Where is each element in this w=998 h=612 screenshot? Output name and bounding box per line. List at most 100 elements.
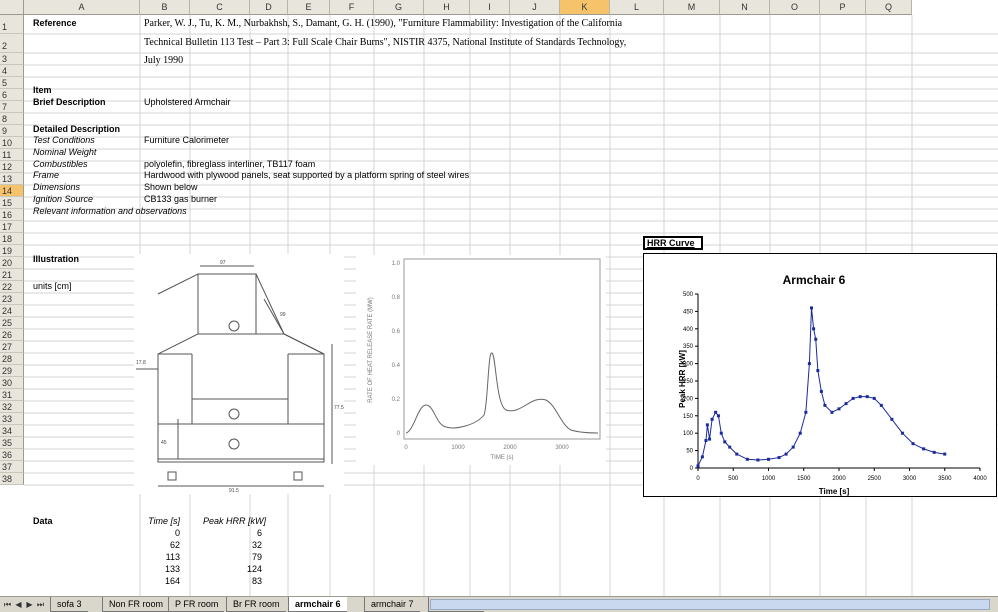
cell-test-conditions-value[interactable]: Furniture Calorimeter [144,135,229,146]
row-header-14[interactable]: 14 [0,185,24,197]
row-header-37[interactable]: 37 [0,461,24,473]
cell-hrr-value[interactable]: 32 [186,540,262,551]
cell-combustibles-value[interactable]: polyolefin, fibreglass interliner, TB117… [144,159,315,170]
cell-nominal-weight-label[interactable]: Nominal Weight [33,147,96,158]
row-header-2[interactable]: 2 [0,34,24,53]
sheet-tab[interactable]: P FR room [168,597,225,612]
column-header-n[interactable]: N [720,0,770,15]
row-header-36[interactable]: 36 [0,449,24,461]
cell-item-label[interactable]: Item [33,85,52,96]
first-sheet-icon[interactable]: ⏮ [3,599,12,610]
row-header-28[interactable]: 28 [0,353,24,365]
cell-detailed-label[interactable]: Detailed Description [33,124,120,135]
cell-time-value[interactable]: 0 [140,528,180,539]
sheet-tab[interactable]: Non FR room [102,597,170,612]
cell-combustibles-label[interactable]: Combustibles [33,159,88,170]
column-header-h[interactable]: H [424,0,470,15]
row-header-16[interactable]: 16 [0,209,24,221]
column-header-c[interactable]: C [190,0,250,15]
cell-hrr-value[interactable]: 83 [186,576,262,587]
row-header-30[interactable]: 30 [0,377,24,389]
row-header-12[interactable]: 12 [0,161,24,173]
armchair-6-chart[interactable]: Armchair 6 Peak HRR [kW] Time [s] 050100… [643,253,997,497]
cell-time-value[interactable]: 164 [140,576,180,587]
row-header-18[interactable]: 18 [0,233,24,245]
cell-ignition-label[interactable]: Ignition Source [33,194,93,205]
cell-brief-label[interactable]: Brief Description [33,97,106,108]
row-header-8[interactable]: 8 [0,113,24,125]
cell-reference-label[interactable]: Reference [33,18,77,29]
row-header-19[interactable]: 19 [0,245,24,257]
hrr-curve-link[interactable]: HRR Curve [643,236,703,250]
column-header-o[interactable]: O [770,0,820,15]
row-header-23[interactable]: 23 [0,293,24,305]
row-header-32[interactable]: 32 [0,401,24,413]
row-header-13[interactable]: 13 [0,173,24,185]
column-header-e[interactable]: E [288,0,330,15]
column-header-q[interactable]: Q [866,0,912,15]
last-sheet-icon[interactable]: ⏭ [36,599,45,610]
row-header-4[interactable]: 4 [0,65,24,77]
cell-data-label[interactable]: Data [33,516,53,527]
row-header-5[interactable]: 5 [0,77,24,89]
next-sheet-icon[interactable]: ▶ [25,599,34,610]
cell-reference-line2[interactable]: Technical Bulletin 113 Test – Part 3: Fu… [144,37,626,48]
cell-peak-header[interactable]: Peak HRR [kW] [186,516,266,527]
row-header-29[interactable]: 29 [0,365,24,377]
row-header-25[interactable]: 25 [0,317,24,329]
cell-illustration-label[interactable]: Illustration [33,254,79,265]
cell-frame-value[interactable]: Hardwood with plywood panels, seat suppo… [144,170,469,181]
cell-units-label[interactable]: units [cm] [33,281,72,292]
cell-hrr-value[interactable]: 6 [186,528,262,539]
cell-dimensions-label[interactable]: Dimensions [33,182,80,193]
column-header-b[interactable]: B [140,0,190,15]
cell-brief-value[interactable]: Upholstered Armchair [144,97,231,108]
cell-reference-line1[interactable]: Parker, W. J., Tu, K. M., Nurbakhsh, S.,… [144,18,622,29]
cell-hrr-value[interactable]: 124 [186,564,262,575]
column-header-d[interactable]: D [250,0,288,15]
spreadsheet-grid[interactable]: ABCDEFGHIJKLMNOPQ 1 2 3 4 5 6 7 8 9 10 11 12 13 14 15 1… [0,0,998,596]
column-header-a[interactable]: A [24,0,140,15]
sheet-tab[interactable]: armchair 7 [364,597,420,612]
row-header-15[interactable]: 15 [0,197,24,209]
column-header-m[interactable]: M [664,0,720,15]
row-header-17[interactable]: 17 [0,221,24,233]
row-header-35[interactable]: 35 [0,437,24,449]
cell-time-value[interactable]: 113 [140,552,180,563]
row-header-20[interactable]: 20 [0,257,24,269]
row-header-26[interactable]: 26 [0,329,24,341]
column-header-i[interactable]: I [470,0,510,15]
row-header-34[interactable]: 34 [0,425,24,437]
cell-test-conditions-label[interactable]: Test Conditions [33,135,95,146]
select-all-corner[interactable] [0,0,24,15]
row-header-11[interactable]: 11 [0,149,24,161]
column-header-g[interactable]: G [374,0,424,15]
column-header-k[interactable]: K [560,0,610,15]
sheet-tab[interactable]: Br FR room [226,597,286,612]
row-header-1[interactable]: 1 [0,15,24,34]
row-header-22[interactable]: 22 [0,281,24,293]
cell-hrr-value[interactable]: 79 [186,552,262,563]
row-header-27[interactable]: 27 [0,341,24,353]
row-header-21[interactable]: 21 [0,269,24,281]
column-header-l[interactable]: L [610,0,664,15]
row-header-7[interactable]: 7 [0,101,24,113]
column-header-p[interactable]: P [820,0,866,15]
column-header-j[interactable]: J [510,0,560,15]
row-header-33[interactable]: 33 [0,413,24,425]
cell-reference-line3[interactable]: July 1990 [144,55,183,66]
row-header-3[interactable]: 3 [0,53,24,65]
cell-dimensions-value[interactable]: Shown below [144,182,198,193]
row-header-31[interactable]: 31 [0,389,24,401]
cell-ignition-value[interactable]: CB133 gas burner [144,194,217,205]
row-header-9[interactable]: 9 [0,125,24,137]
cell-relevant-label[interactable]: Relevant information and observations [33,206,187,217]
sheet-tab[interactable]: armchair 6 [288,597,347,612]
prev-sheet-icon[interactable]: ◀ [14,599,23,610]
sheet-tab[interactable]: sofa 3 [50,597,88,612]
row-header-6[interactable]: 6 [0,89,24,101]
cell-time-value[interactable]: 133 [140,564,180,575]
row-header-38[interactable]: 38 [0,473,24,485]
cell-frame-label[interactable]: Frame [33,170,59,181]
horizontal-scrollbar[interactable] [430,599,990,610]
